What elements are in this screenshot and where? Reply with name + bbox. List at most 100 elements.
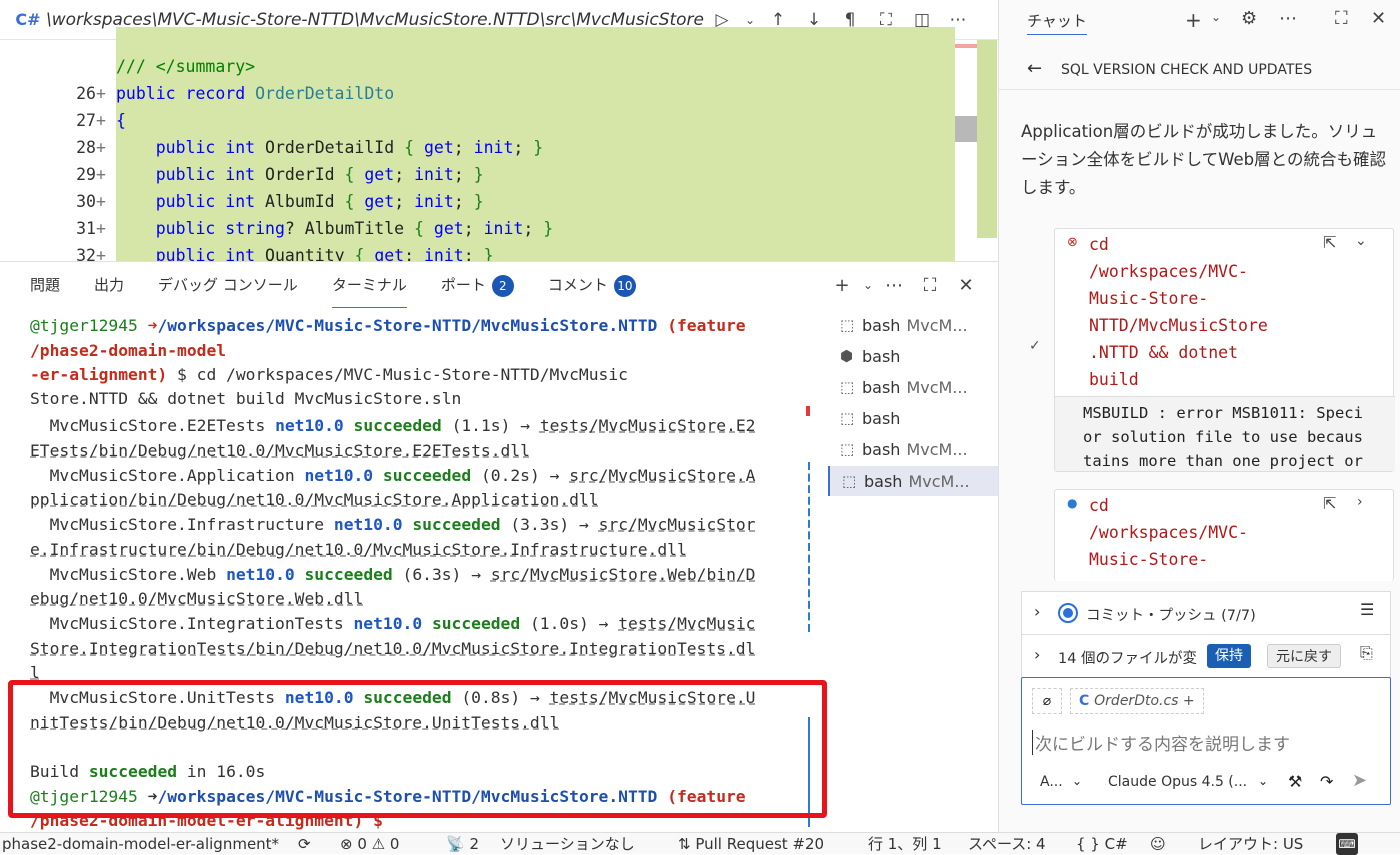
tool-call-card[interactable]: ● cd /workspaces/MVC- Music-Store- ⇱ › bbox=[1054, 489, 1394, 581]
more-actions-icon[interactable]: ⋯ bbox=[876, 275, 912, 296]
check-icon: ✓ bbox=[1029, 338, 1041, 354]
build-line: MvcMusicStore.Infrastructure net10.0 suc… bbox=[49, 515, 756, 534]
code-area[interactable]: 26 + /// </summary> 27 + public record Ord… bbox=[0, 27, 955, 261]
tab-ports[interactable]: ポート 2 bbox=[441, 262, 514, 308]
tools-icon[interactable]: ⚒ bbox=[1288, 772, 1302, 791]
changed-files-row[interactable]: › 14 個のファイルが変 保持 元に戻す ⎘ bbox=[1021, 634, 1391, 678]
agent-mode-select[interactable]: A... bbox=[1040, 774, 1063, 790]
tool-call-card[interactable]: ⊗ cd /workspaces/MVC- Music-Store- NTTD/… bbox=[1054, 228, 1395, 472]
gear-icon[interactable]: ⚙ bbox=[1241, 8, 1257, 29]
collapse-list-icon[interactable]: ☰ bbox=[1360, 600, 1374, 619]
chat-terminal-icon: ⬚ bbox=[840, 409, 855, 427]
sync-icon[interactable]: ⟳ bbox=[298, 833, 311, 855]
error-output: MSBUILD : error MSB1011: Speci or soluti… bbox=[1055, 396, 1395, 471]
chevron-right-icon[interactable]: › bbox=[1357, 494, 1363, 510]
build-line: MvcMusicStore.Application net10.0 succee… bbox=[49, 466, 756, 485]
todo-progress-row[interactable]: › コミット・プッシュ (7/7) ☰ bbox=[1021, 591, 1391, 635]
command-line: /workspaces/MVC- bbox=[1089, 262, 1248, 281]
comments-badge: 10 bbox=[613, 275, 636, 297]
tab-debug-console[interactable]: デバッグ コンソール bbox=[158, 262, 298, 308]
terminal-session[interactable]: ⬚ bash MvcM... bbox=[828, 434, 998, 464]
chevron-down-icon[interactable]: ⌄ bbox=[1258, 774, 1268, 788]
open-in-terminal-icon[interactable]: ⇱ bbox=[1323, 233, 1336, 252]
status-keyboard-layout[interactable]: レイアウト: US bbox=[1198, 833, 1303, 855]
terminal-line: @tjger12945 ➜/workspaces/MVC-Music-Store… bbox=[30, 313, 746, 338]
chat-title[interactable]: チャット bbox=[1027, 10, 1087, 35]
prompt-branch: (feature bbox=[667, 316, 746, 335]
build-line: MvcMusicStore.E2ETests net10.0 succeeded… bbox=[49, 416, 756, 435]
code-line: 31 + public int AlbumId { get; init; } bbox=[0, 188, 955, 238]
view-changes-icon[interactable]: ⎘ bbox=[1360, 643, 1373, 663]
scroll-marker bbox=[806, 406, 810, 416]
terminal-session[interactable]: ⬚ bash bbox=[828, 403, 998, 433]
changed-files-label: 14 個のファイルが変 bbox=[1058, 651, 1198, 667]
terminal-session[interactable]: ⬢ bash bbox=[828, 341, 998, 371]
build-line: ebug/net10.0/MvcMusicStore.Web.dll bbox=[30, 589, 364, 608]
chevron-right-icon[interactable]: › bbox=[1034, 602, 1040, 621]
command-line: build bbox=[1089, 370, 1139, 389]
tab-problems[interactable]: 問題 bbox=[30, 262, 60, 308]
todo-label: コミット・プッシュ (7/7) bbox=[1086, 608, 1256, 624]
status-ports[interactable]: 📡 2 bbox=[446, 833, 479, 855]
attachment-name: OrderDto.cs bbox=[1094, 693, 1179, 709]
chat-header: チャット + ⌄ ⚙ ⋯ ⛶ ✕ bbox=[999, 0, 1400, 40]
status-language[interactable]: { } C# bbox=[1076, 833, 1128, 855]
attachment-chip[interactable]: C OrderDto.cs + bbox=[1070, 688, 1204, 714]
new-chat-icon[interactable]: + bbox=[1185, 8, 1202, 32]
code-line: 27 + public record OrderDetailDto bbox=[0, 80, 955, 130]
send-icon[interactable]: ➤ bbox=[1352, 770, 1367, 791]
close-icon[interactable]: ✕ bbox=[1371, 8, 1386, 29]
undo-button[interactable]: 元に戻す bbox=[1267, 644, 1341, 668]
back-arrow-icon[interactable]: ← bbox=[1027, 58, 1042, 79]
terminal-line: Store.NTTD && dotnet build MvcMusicStore… bbox=[30, 386, 461, 411]
tab-output[interactable]: 出力 bbox=[94, 262, 124, 308]
status-branch[interactable]: phase2-domain-model-er-alignment* bbox=[2, 833, 279, 855]
terminal-session[interactable]: ⬚ bash MvcM... bbox=[828, 372, 998, 402]
chevron-down-icon[interactable]: ⌄ bbox=[860, 278, 876, 292]
tab-comments[interactable]: コメント 10 bbox=[548, 262, 636, 308]
status-indentation[interactable]: スペース: 4 bbox=[968, 833, 1046, 855]
terminal-session[interactable]: ⬚ bash MvcM... bbox=[828, 466, 998, 496]
chat-terminal-icon: ⬚ bbox=[840, 378, 855, 396]
code-line: 26 + /// </summary> bbox=[0, 53, 955, 103]
chat-input[interactable]: 次にビルドする内容を説明します bbox=[1032, 730, 1290, 755]
code-text: public int OrderDetailId { get; init; } bbox=[116, 134, 955, 161]
command-line: /workspaces/MVC- bbox=[1089, 523, 1248, 542]
minimap[interactable] bbox=[955, 40, 997, 261]
add-icon: + bbox=[1182, 693, 1195, 709]
status-pull-request[interactable]: ⇅ Pull Request #20 bbox=[678, 833, 824, 855]
build-line: MvcMusicStore.Web net10.0 succeeded (6.3… bbox=[49, 565, 756, 584]
status-cursor-position[interactable]: 行 1、列 1 bbox=[868, 833, 942, 855]
chevron-right-icon[interactable]: › bbox=[1034, 645, 1040, 664]
prompt-user: @tjger12945 bbox=[30, 316, 138, 335]
open-in-terminal-icon[interactable]: ⇱ bbox=[1323, 494, 1336, 513]
code-text: public int Quantity { get; init; } bbox=[116, 242, 955, 261]
code-line: 29 + public int OrderDetailId { get; init… bbox=[0, 134, 955, 184]
keep-button[interactable]: 保持 bbox=[1207, 644, 1251, 668]
code-text: { bbox=[116, 107, 955, 134]
code-text: public int AlbumId { get; init; } bbox=[116, 188, 955, 215]
csharp-file-icon: C bbox=[1079, 693, 1095, 709]
status-problems[interactable]: ⊗ 0 ⚠ 0 bbox=[340, 833, 399, 855]
more-actions-icon[interactable]: ⋯ bbox=[1279, 8, 1297, 29]
chevron-down-icon[interactable]: ⌄ bbox=[1211, 10, 1221, 24]
new-terminal-icon[interactable]: + bbox=[824, 275, 860, 296]
copilot-icon[interactable]: ☺ bbox=[1150, 833, 1166, 855]
chevron-down-icon[interactable]: ⌄ bbox=[1355, 233, 1367, 249]
attach-icon[interactable]: ⌀ bbox=[1032, 688, 1062, 714]
chevron-down-icon[interactable]: ⌄ bbox=[1072, 774, 1082, 788]
panel-actions: + ⌄ ⋯ ⛶ ✕ bbox=[824, 262, 984, 308]
status-solution[interactable]: ソリューションなし bbox=[500, 833, 635, 855]
status-bar: phase2-domain-model-er-alignment* ⟳ ⊗ 0 … bbox=[0, 832, 1400, 855]
maximize-icon[interactable]: ⛶ bbox=[1335, 8, 1348, 29]
tab-terminal[interactable]: ターミナル bbox=[331, 262, 407, 308]
maximize-panel-icon[interactable]: ⛶ bbox=[912, 275, 948, 296]
command-text: $ cd /workspaces/MVC-Music-Store-NTTD/Mv… bbox=[167, 365, 628, 384]
chat-input-box[interactable]: ⌀ C OrderDto.cs + 次にビルドする内容を説明します A... ⌄… bbox=[1021, 677, 1391, 805]
notification-icon[interactable]: ⌨ bbox=[1336, 833, 1358, 855]
chat-message: Application層のビルドが成功しました。ソリューション全体をビルドしてW… bbox=[1021, 122, 1386, 197]
close-icon[interactable]: ✕ bbox=[948, 275, 984, 296]
terminal-session[interactable]: ⬚ bash MvcM... bbox=[828, 310, 998, 340]
model-select[interactable]: Claude Opus 4.5 (... bbox=[1108, 774, 1247, 790]
redo-arrow-icon[interactable]: ↷ bbox=[1320, 772, 1333, 791]
